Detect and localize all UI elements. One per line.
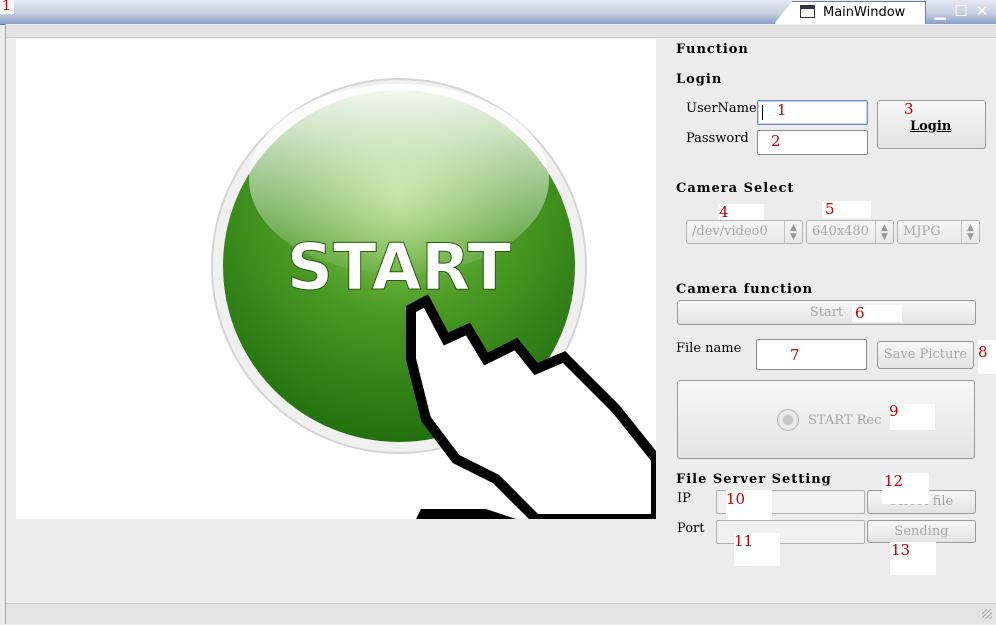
close-button[interactable]: ✕: [974, 3, 990, 19]
function-header: Function: [676, 42, 749, 57]
start-button-label: Start: [809, 305, 844, 320]
camera-preview: START: [16, 39, 656, 519]
status-bar: [6, 603, 996, 624]
password-mark: 2: [771, 132, 781, 150]
login-mark: 3: [904, 100, 914, 118]
start-button[interactable]: Start: [677, 300, 976, 325]
maximize-icon: ☐: [954, 2, 968, 20]
file-name-label: File name: [676, 341, 742, 356]
password-label: Password: [686, 131, 749, 146]
camera-select-header: Camera Select: [676, 181, 795, 196]
save-picture-label: Save Picture: [883, 347, 968, 362]
device-mark: 4: [719, 203, 729, 221]
login-button-label: Login: [910, 119, 952, 134]
save-picture-mark: 8: [978, 343, 988, 361]
username-input[interactable]: [757, 100, 868, 125]
corner-mark: 1: [2, 0, 11, 14]
device-value: /dev/video0: [692, 224, 768, 239]
select-file-mark: 12: [884, 472, 904, 490]
start-rec-label: START Rec: [808, 413, 882, 428]
chevron-updown-icon: ▲ ▼: [961, 221, 979, 243]
port-mark: 11: [734, 532, 754, 550]
window-icon: [800, 5, 815, 18]
file-name-mark: 7: [790, 346, 800, 364]
ip-label: IP: [677, 491, 691, 506]
sending-button[interactable]: Sending: [867, 520, 976, 543]
file-name-input[interactable]: [756, 339, 867, 370]
sending-label: Sending: [894, 524, 949, 539]
camera-function-header: Camera function: [676, 282, 814, 297]
minimize-button[interactable]: ▁: [932, 3, 948, 19]
device-select[interactable]: /dev/video0 ▲ ▼: [686, 220, 803, 244]
start-rec-mark: 9: [889, 402, 899, 420]
window-title-tab: MainWindow: [774, 1, 926, 24]
maximize-button[interactable]: ☐: [953, 3, 969, 19]
resolution-select[interactable]: 640x480 ▲ ▼: [806, 220, 894, 244]
resize-grip-icon[interactable]: [982, 609, 992, 619]
file-server-header: File Server Setting: [676, 472, 832, 487]
resolution-value: 640x480: [812, 224, 869, 239]
username-label: UserName: [686, 101, 757, 116]
ip-mark: 10: [726, 490, 746, 508]
radio-icon: [777, 409, 799, 431]
start-mark: 6: [855, 304, 865, 322]
close-icon: ✕: [975, 2, 989, 20]
window-title: MainWindow: [823, 5, 906, 20]
sending-mark: 13: [891, 541, 911, 559]
minimize-icon: ▁: [934, 2, 946, 20]
save-picture-button[interactable]: Save Picture: [877, 341, 974, 369]
login-header: Login: [676, 72, 723, 87]
text-cursor: [762, 105, 763, 120]
toolbar-strip: [6, 25, 996, 38]
format-value: MJPG: [903, 224, 941, 239]
resolution-mark: 5: [825, 200, 835, 218]
format-select[interactable]: MJPG ▲ ▼: [897, 220, 980, 244]
port-label: Port: [677, 521, 705, 536]
chevron-updown-icon: ▲ ▼: [875, 221, 893, 243]
start-button-image: START: [211, 78, 656, 519]
username-mark: 1: [777, 101, 787, 119]
start-text: START: [287, 231, 512, 305]
chevron-updown-icon: ▲ ▼: [784, 221, 802, 243]
login-button[interactable]: Login: [877, 100, 986, 149]
